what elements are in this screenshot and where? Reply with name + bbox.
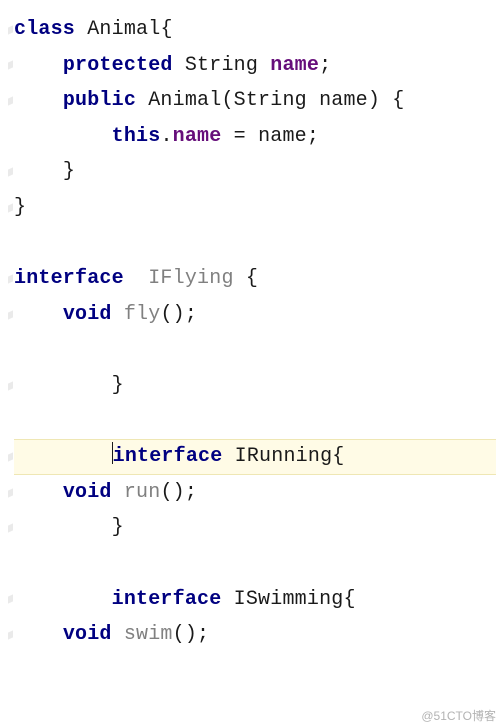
code-line: void swim();: [14, 617, 496, 653]
fold-mark-icon: [8, 274, 13, 283]
interface-name: ISwimming: [221, 588, 343, 611]
code-line: this.name = name;: [14, 119, 496, 155]
fold-mark-icon: [8, 61, 13, 70]
keyword: void: [63, 481, 112, 504]
fold-mark-icon: [8, 25, 13, 34]
field-name: name: [173, 125, 222, 148]
code-line: protected String name;: [14, 48, 496, 84]
space: [112, 303, 124, 326]
indent: [14, 374, 112, 397]
brace: }: [14, 196, 26, 219]
watermark: @51CTO博客: [421, 707, 496, 724]
brace: {: [160, 18, 172, 41]
indent: [14, 160, 63, 183]
punct: ;: [319, 54, 331, 77]
fold-mark-icon: [8, 630, 13, 639]
code-line: }: [14, 368, 496, 404]
keyword: interface: [112, 588, 222, 611]
blank-line: [14, 332, 496, 368]
brace: }: [112, 374, 124, 397]
method-name: run: [124, 481, 161, 504]
indent: [14, 445, 112, 468]
code-line: }: [14, 154, 496, 190]
method-name: swim: [124, 623, 173, 646]
identifier: name: [258, 125, 307, 148]
tail: {: [332, 445, 344, 468]
keyword: protected: [63, 54, 173, 77]
fold-mark-icon: [8, 310, 13, 319]
keyword: void: [63, 303, 112, 326]
keyword: public: [63, 89, 136, 112]
interface-name: IFlying: [148, 267, 233, 290]
tail: {: [343, 588, 355, 611]
class-name: Animal: [75, 18, 160, 41]
fold-mark-icon: [8, 452, 13, 461]
type: String: [173, 54, 271, 77]
indent: [14, 54, 63, 77]
paren: (: [221, 89, 233, 112]
blank-line: [14, 546, 496, 582]
keyword: class: [14, 18, 75, 41]
keyword: void: [63, 623, 112, 646]
param-type: String: [234, 89, 319, 112]
indent: [14, 623, 63, 646]
space: [124, 267, 148, 290]
indent: [14, 516, 112, 539]
tail: ();: [160, 303, 197, 326]
fold-mark-icon: [8, 381, 13, 390]
method-name: fly: [124, 303, 161, 326]
code-line: interface ISwimming{: [14, 582, 496, 618]
code-line: void fly();: [14, 297, 496, 333]
punct: ;: [307, 125, 319, 148]
indent: [14, 89, 63, 112]
param-name: name: [319, 89, 368, 112]
keyword: interface: [113, 445, 223, 468]
brace: }: [63, 160, 75, 183]
code-editor: class Animal{ protected String name; pub…: [0, 0, 504, 653]
fold-mark-icon: [8, 203, 13, 212]
code-line: void run();: [14, 475, 496, 511]
indent: [14, 481, 63, 504]
tail: {: [234, 267, 258, 290]
paren: ): [368, 89, 380, 112]
blank-line: [14, 404, 496, 440]
fold-mark-icon: [8, 168, 13, 177]
indent: [14, 588, 112, 611]
indent: [14, 125, 112, 148]
indent: [14, 303, 63, 326]
blank-line: [14, 226, 496, 262]
punct: .: [160, 125, 172, 148]
fold-mark-icon: [8, 96, 13, 105]
operator: =: [221, 125, 258, 148]
tail: ();: [173, 623, 210, 646]
code-line: }: [14, 190, 496, 226]
space: [112, 623, 124, 646]
code-line: public Animal(String name) {: [14, 83, 496, 119]
tail: {: [380, 89, 404, 112]
code-line: }: [14, 510, 496, 546]
code-line-active: interface IRunning{: [14, 439, 496, 475]
space: [112, 481, 124, 504]
ctor-name: Animal: [136, 89, 221, 112]
code-line: class Animal{: [14, 12, 496, 48]
keyword: interface: [14, 267, 124, 290]
code-line: interface IFlying {: [14, 261, 496, 297]
interface-name: IRunning: [222, 445, 332, 468]
fold-mark-icon: [8, 488, 13, 497]
brace: }: [112, 516, 124, 539]
field-name: name: [270, 54, 319, 77]
fold-mark-icon: [8, 523, 13, 532]
fold-mark-icon: [8, 595, 13, 604]
tail: ();: [160, 481, 197, 504]
keyword: this: [112, 125, 161, 148]
